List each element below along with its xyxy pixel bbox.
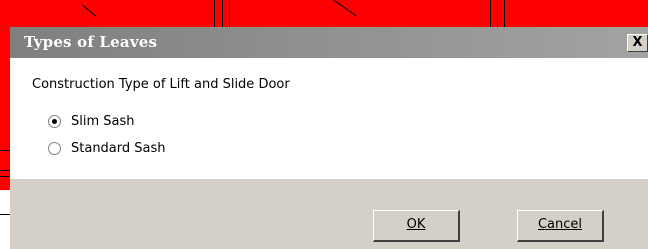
radio-slim-sash[interactable] — [48, 114, 61, 128]
drawing-line — [504, 0, 505, 27]
radio-label-standard-sash[interactable]: Standard Sash — [71, 141, 166, 156]
drawing-line — [497, 0, 498, 27]
drawing-line — [0, 170, 10, 171]
options-panel: Construction Type of Lift and Slide Door… — [10, 58, 648, 179]
close-button[interactable]: X — [627, 34, 648, 52]
drawing-line — [222, 0, 223, 27]
dialog-titlebar[interactable]: Types of Leaves X — [10, 27, 648, 58]
construction-type-prompt: Construction Type of Lift and Slide Door — [32, 77, 290, 92]
drawing-line — [0, 176, 10, 177]
dialog-title: Types of Leaves — [24, 33, 158, 51]
drawing-line — [229, 0, 230, 27]
drawing-line — [0, 214, 10, 215]
ok-button-label: OK — [406, 217, 426, 232]
radio-standard-sash[interactable] — [48, 141, 61, 155]
dialog-client-area: Construction Type of Lift and Slide Door… — [10, 58, 648, 249]
types-of-leaves-dialog: Types of Leaves X Construction Type of L… — [10, 27, 648, 249]
option-standard-sash[interactable]: Standard Sash — [48, 139, 166, 157]
drawing-line — [0, 150, 10, 151]
button-bar: OK Cancel — [10, 179, 648, 249]
option-slim-sash[interactable]: Slim Sash — [48, 112, 135, 130]
ok-button[interactable]: OK — [373, 210, 460, 242]
close-icon: X — [632, 35, 643, 50]
drawing-line — [490, 0, 491, 27]
cancel-button-label: Cancel — [537, 217, 583, 232]
cancel-button[interactable]: Cancel — [517, 210, 604, 242]
drawing-line — [214, 0, 215, 27]
radio-label-slim-sash[interactable]: Slim Sash — [71, 114, 135, 129]
